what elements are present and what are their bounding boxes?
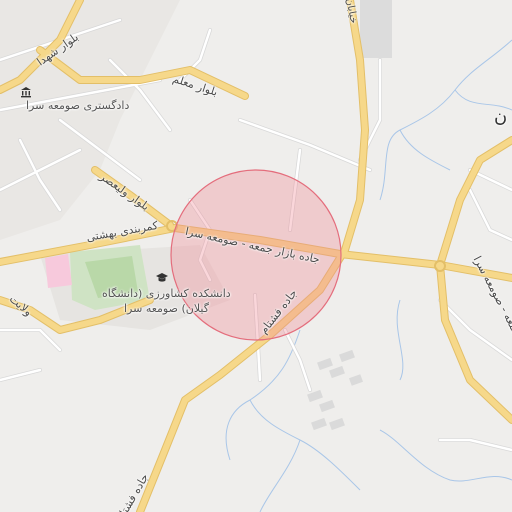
courthouse-label[interactable]: دادگستری صومعه سرا: [26, 100, 129, 111]
building-block: [360, 0, 392, 58]
courthouse-icon[interactable]: [20, 86, 32, 98]
university-label-line1[interactable]: دانشکده کشاورزی (دانشگاه: [102, 288, 231, 299]
map-view[interactable]: بلوار شهدا بلوار معلم بلوار ولیعصر کمربن…: [0, 0, 512, 512]
urban-area: [0, 0, 180, 240]
pink-area: [45, 254, 72, 288]
edge-place-label: ن: [494, 106, 508, 127]
buildings-south: [307, 349, 364, 431]
graduation-cap-icon[interactable]: [156, 272, 168, 284]
university-label-line2[interactable]: گیلان) صومعه سرا: [124, 303, 209, 314]
map-canvas[interactable]: [0, 0, 512, 512]
